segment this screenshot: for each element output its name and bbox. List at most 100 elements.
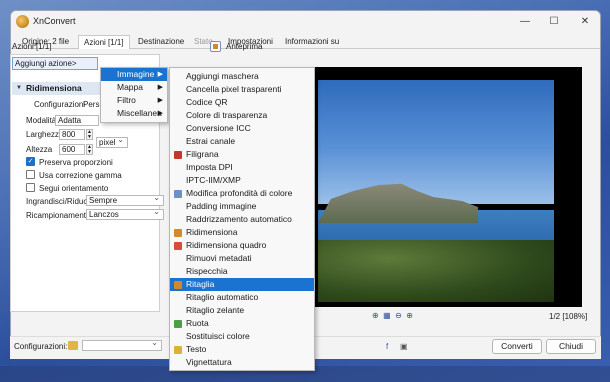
segui-checkbox[interactable]	[26, 183, 35, 192]
ingrandisci-label: Ingrandisci/Riduci	[26, 197, 90, 206]
zoom-toolbar[interactable]: ⊕ ▦ ⊖ ⊕	[372, 311, 413, 320]
menu-filtro[interactable]: Filtro ▶	[101, 94, 167, 107]
menu-mappa[interactable]: Mappa ▶	[101, 81, 167, 94]
menu-item-modifica-profondit-di-colore[interactable]: Modifica profondità di colore	[170, 187, 314, 200]
menu-item-aggiungi-maschera[interactable]: Aggiungi maschera	[170, 70, 314, 83]
menu-miscellanea[interactable]: Miscellanea ▶	[101, 107, 167, 120]
preview-status: 1/2 [108%]	[549, 312, 588, 321]
menu-item-padding-immagine[interactable]: Padding immagine	[170, 200, 314, 213]
configurazioni-label: Configurazioni:	[14, 342, 68, 351]
menu-item-label: Ritaglia	[186, 279, 215, 289]
action-icon	[174, 190, 182, 198]
ridimensiona-header[interactable]: Ridimensiona	[12, 82, 100, 95]
preview-header: Anteprima	[226, 42, 263, 51]
menu-item-label: Raddrizzamento automatico	[186, 214, 292, 224]
preview-icon	[210, 41, 221, 52]
maximize-button[interactable]: ☐	[542, 14, 566, 30]
menu-item-raddrizzamento-automatico[interactable]: Raddrizzamento automatico	[170, 213, 314, 226]
menu-item-imposta-dpi[interactable]: Imposta DPI	[170, 161, 314, 174]
xnconvert-logo-icon	[16, 15, 29, 28]
tab-bar: Origine: 2 file Azioni [1/1] Destinazion…	[11, 35, 600, 49]
menu-item-ritaglio-automatico[interactable]: Ritaglio automatico	[170, 291, 314, 304]
menu-item-label: Ridimensiona quadro	[186, 240, 267, 250]
menu-item-label: Colore di trasparenza	[186, 110, 268, 120]
close-dialog-button[interactable]: Chiudi	[546, 339, 596, 354]
menu-item-label: Cancella pixel trasparenti	[186, 84, 282, 94]
preserva-label: Preserva proporzioni	[39, 158, 113, 167]
menu-item-label: Imposta DPI	[186, 162, 233, 172]
menu-item-ridimensiona-quadro[interactable]: Ridimensiona quadro	[170, 239, 314, 252]
menu-item-ridimensiona[interactable]: Ridimensiona	[170, 226, 314, 239]
menu-item-rimuovi-metadati[interactable]: Rimuovi metadati	[170, 252, 314, 265]
action-icon	[174, 346, 182, 354]
larghezza-input[interactable]: 800	[59, 129, 85, 140]
close-button[interactable]: ✕	[573, 14, 597, 30]
tab-azioni[interactable]: Azioni [1/1]	[78, 35, 130, 49]
menu-item-label: Sostituisci colore	[186, 331, 250, 341]
menu-item-label: Ritaglio automatico	[186, 292, 259, 302]
larghezza-stepper[interactable]: ▲ ▼	[86, 129, 93, 140]
menu-immagine[interactable]: Immagine ▶	[101, 68, 167, 81]
menu-item-label: Padding immagine	[186, 201, 257, 211]
menu-item-label: Modifica profondità di colore	[186, 188, 293, 198]
action-icon	[174, 151, 182, 159]
preserva-checkbox[interactable]: ✓	[26, 157, 35, 166]
menu-item-codice-qr[interactable]: Codice QR	[170, 96, 314, 109]
preview-image	[318, 80, 554, 204]
menu-item-label: Estrai canale	[186, 136, 236, 146]
altezza-stepper[interactable]: ▲ ▼	[86, 144, 93, 155]
ingrandisci-select[interactable]: Sempre	[86, 193, 164, 206]
modalita-label: Modalità	[26, 116, 57, 125]
menu-item-sostituisci-colore[interactable]: Sostituisci colore	[170, 330, 314, 343]
menu-item-conversione-icc[interactable]: Conversione ICC	[170, 122, 314, 135]
menu-item-label: Ridimensiona	[186, 227, 238, 237]
menu-item-label: Rimuovi metadati	[186, 253, 252, 263]
larghezza-label: Larghezza	[26, 130, 64, 139]
collapse-arrow-icon[interactable]: ▼	[16, 85, 22, 91]
menu-item-label: Aggiungi maschera	[186, 71, 259, 81]
menu-item-rispecchia[interactable]: Rispecchia	[170, 265, 314, 278]
menu-item-ritaglio-zelante[interactable]: Ritaglio zelante	[170, 304, 314, 317]
menu-item-iptc-iim-xmp[interactable]: IPTC-IIM/XMP	[170, 174, 314, 187]
menu-item-label: Conversione ICC	[186, 123, 251, 133]
menu-item-colore-di-trasparenza[interactable]: Colore di trasparenza	[170, 109, 314, 122]
action-icon	[174, 242, 182, 250]
menu-item-label: IPTC-IIM/XMP	[186, 175, 241, 185]
convert-button[interactable]: Converti	[492, 339, 542, 354]
menu-item-vignettatura[interactable]: Vignettatura	[170, 356, 314, 369]
unit-select[interactable]: pixel	[96, 135, 128, 148]
menu-item-ritaglia[interactable]: Ritaglia	[170, 278, 314, 291]
subtab-configurazioni[interactable]: Configurazioni	[34, 100, 85, 109]
segui-label: Segui orientamento	[39, 184, 109, 193]
title-bar: XnConvert — ☐ ✕	[11, 11, 600, 33]
correzione-label: Usa correzione gamma	[39, 171, 122, 180]
tab-destinazione[interactable]: Destinazione	[133, 35, 189, 49]
window-title: XnConvert	[33, 16, 76, 26]
ricampionamento-select[interactable]: Lanczos	[86, 207, 164, 220]
tab-informazioni[interactable]: Informazioni su	[280, 35, 344, 49]
subtab-pers[interactable]: Pers	[83, 100, 99, 109]
menu-item-label: Testo	[186, 344, 207, 354]
menu-item-label: Rispecchia	[186, 266, 228, 276]
menu-item-testo[interactable]: Testo	[170, 343, 314, 356]
menu-item-ruota[interactable]: Ruota	[170, 317, 314, 330]
action-icon	[174, 281, 182, 289]
folder-icon[interactable]	[68, 341, 78, 350]
add-action-button[interactable]: Aggiungi azione>	[12, 57, 98, 70]
action-icon	[174, 320, 182, 328]
menu-item-estrai-canale[interactable]: Estrai canale	[170, 135, 314, 148]
menu-item-cancella-pixel-trasparenti[interactable]: Cancella pixel trasparenti	[170, 83, 314, 96]
altezza-input[interactable]: 600	[59, 144, 85, 155]
preview-trees	[318, 240, 554, 302]
minimize-button[interactable]: —	[513, 14, 537, 30]
actions-menu: Aggiungi maschera Cancella pixel traspare…	[169, 67, 315, 371]
action-icon	[174, 229, 182, 237]
correzione-checkbox[interactable]	[26, 170, 35, 179]
menu-item-label: Ritaglio zelante	[186, 305, 245, 315]
share-icon[interactable]: ▣	[400, 342, 408, 351]
modalita-field[interactable]: Adatta	[55, 115, 99, 126]
menu-item-filigrana[interactable]: Filigrana	[170, 148, 314, 161]
configurazioni-select[interactable]	[82, 338, 162, 351]
menu-item-label: Filigrana	[186, 149, 219, 159]
facebook-icon[interactable]: f	[386, 342, 388, 351]
